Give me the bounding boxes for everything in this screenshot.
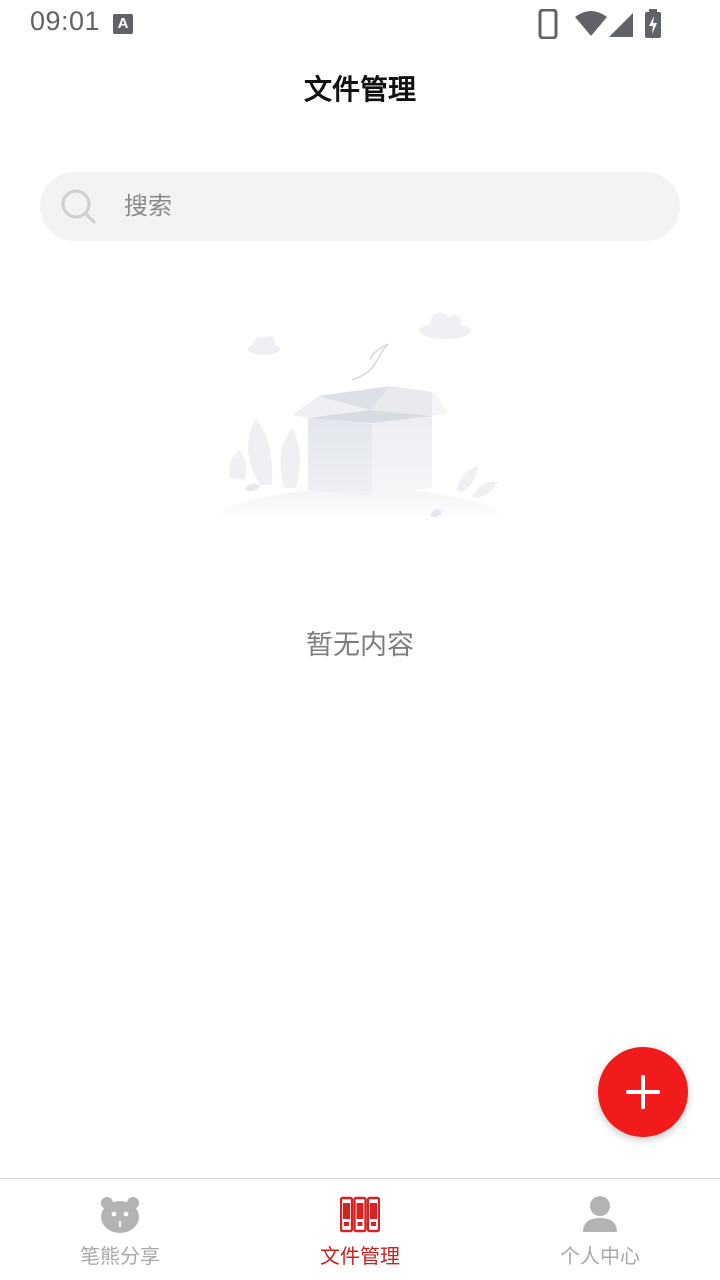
- status-bar: 09:01 A: [0, 0, 720, 48]
- nav-item-bijiong-share[interactable]: 笔熊分享: [0, 1179, 240, 1280]
- empty-box-illustration: [208, 313, 512, 522]
- cloud-left: [248, 336, 280, 355]
- phone-icon: [538, 9, 558, 39]
- bottom-navigation: 笔熊分享 文件管理 个人中心: [0, 1178, 720, 1280]
- files-icon: [340, 1196, 380, 1233]
- search-input[interactable]: 搜索: [40, 172, 680, 241]
- user-icon: [583, 1196, 617, 1232]
- signal-icon: [609, 13, 633, 37]
- nav-item-label: 个人中心: [560, 1244, 640, 1268]
- nav-item-personal-center[interactable]: 个人中心: [480, 1179, 720, 1280]
- status-time: 09:01: [30, 6, 101, 36]
- add-file-button[interactable]: [598, 1047, 688, 1137]
- nav-item-label: 文件管理: [320, 1244, 400, 1268]
- nav-item-label: 笔熊分享: [80, 1244, 160, 1268]
- cloud-right: [419, 313, 471, 339]
- plus-icon: [626, 1075, 660, 1109]
- wifi-icon: [575, 11, 607, 36]
- screen: 09:01 A 文件管理 搜索 暂无内容 笔熊分享 文件管理 个人中心: [0, 0, 720, 1280]
- empty-state-text: 暂无内容: [306, 630, 414, 661]
- nav-item-file-management[interactable]: 文件管理: [240, 1179, 480, 1280]
- accessibility-a-icon: A: [113, 14, 133, 34]
- search-placeholder: 搜索: [124, 192, 172, 220]
- status-icons: [538, 9, 668, 39]
- bear-icon: [101, 1197, 139, 1233]
- battery-charging-icon: [645, 9, 661, 38]
- search-icon: [61, 189, 96, 224]
- page-title: 文件管理: [303, 73, 416, 106]
